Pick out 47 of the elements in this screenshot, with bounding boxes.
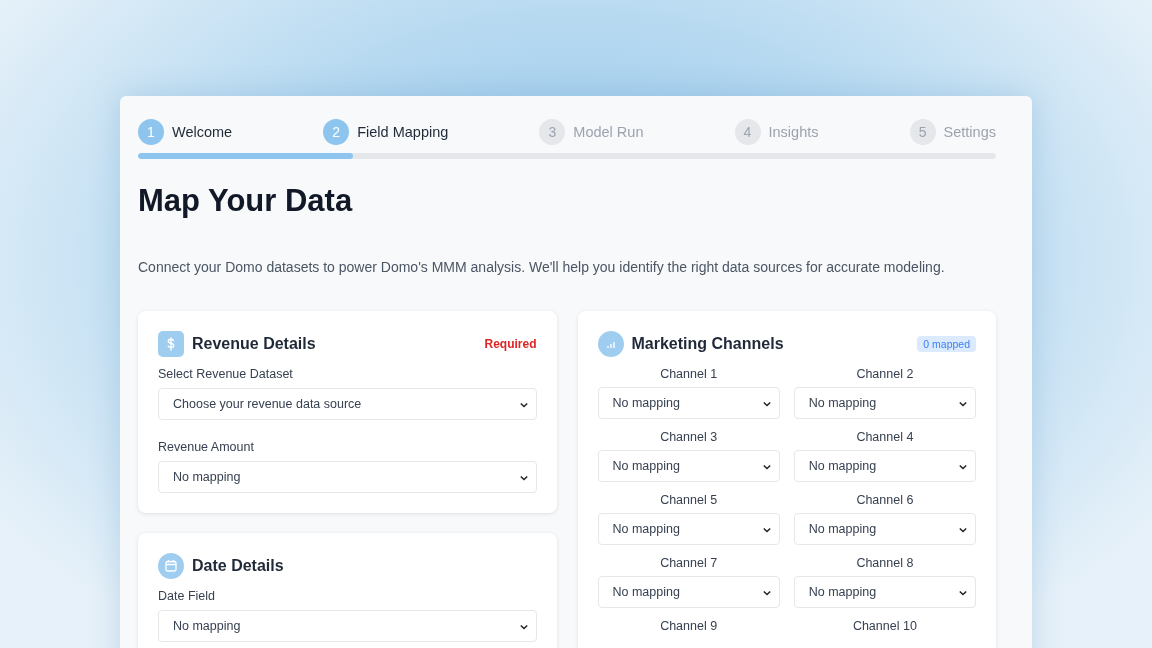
calendar-icon — [158, 553, 184, 579]
bar-chart-icon — [597, 331, 624, 357]
field-label: Channel 8 — [855, 556, 915, 570]
card-title: Date Details — [192, 557, 285, 575]
field-label: Date Field — [158, 589, 216, 603]
chevron-down-icon — [762, 590, 771, 596]
field-label: Revenue Amount — [158, 440, 255, 454]
chevron-down-icon — [519, 475, 528, 481]
dropdown[interactable]: No mapping — [597, 513, 780, 545]
field-label: Channel 5 — [659, 493, 719, 507]
chevron-down-icon — [519, 624, 528, 630]
chevron-down-icon — [959, 590, 967, 596]
chevron-down-icon — [762, 527, 771, 533]
dollar-icon — [158, 331, 184, 357]
mapped-count-badge: 0 mapped — [917, 336, 976, 352]
wizard-step[interactable]: 1 Welcome — [138, 119, 233, 145]
chevron-down-icon — [959, 527, 967, 533]
chevron-down-icon — [762, 401, 771, 407]
field-label: Select Revenue Dataset — [158, 367, 294, 381]
dropdown[interactable]: No mapping — [793, 513, 976, 545]
field-label: Channel 2 — [855, 367, 915, 381]
field-label: Channel 7 — [659, 556, 719, 570]
chevron-down-icon — [959, 401, 967, 407]
dropdown[interactable]: No mapping — [793, 576, 976, 608]
field-label: Channel 9 — [659, 619, 719, 633]
dropdown[interactable]: Choose your revenue data source — [158, 388, 537, 420]
card-title: Marketing Channels — [631, 335, 785, 353]
chevron-down-icon — [959, 464, 967, 470]
dropdown[interactable]: No mapping — [158, 461, 537, 493]
field-label: Channel 3 — [659, 430, 719, 444]
page-description: Connect your Domo datasets to power Domo's MMM analysis. We'll help you identify the right data sources for accurate modeling. — [138, 258, 946, 277]
chevron-down-icon — [762, 464, 771, 470]
dropdown[interactable]: No mapping — [158, 610, 537, 642]
dropdown[interactable]: No mapping — [793, 450, 976, 482]
dropdown[interactable]: No mapping — [597, 387, 780, 419]
field-label: Channel 1 — [659, 367, 719, 381]
field-label: Channel 4 — [855, 430, 915, 444]
field-label: Channel 6 — [855, 493, 915, 507]
chevron-down-icon — [519, 402, 528, 408]
field-label: Channel 10 — [851, 619, 918, 633]
page-title: Map Your Data — [138, 182, 354, 220]
dropdown[interactable]: No mapping — [597, 576, 780, 608]
wizard-step[interactable]: 2 Field Mapping — [323, 119, 449, 145]
dropdown[interactable]: No mapping — [597, 450, 780, 482]
dropdown[interactable]: No mapping — [793, 387, 976, 419]
required-label: Required — [484, 337, 537, 351]
card-title: Revenue Details — [192, 335, 317, 353]
